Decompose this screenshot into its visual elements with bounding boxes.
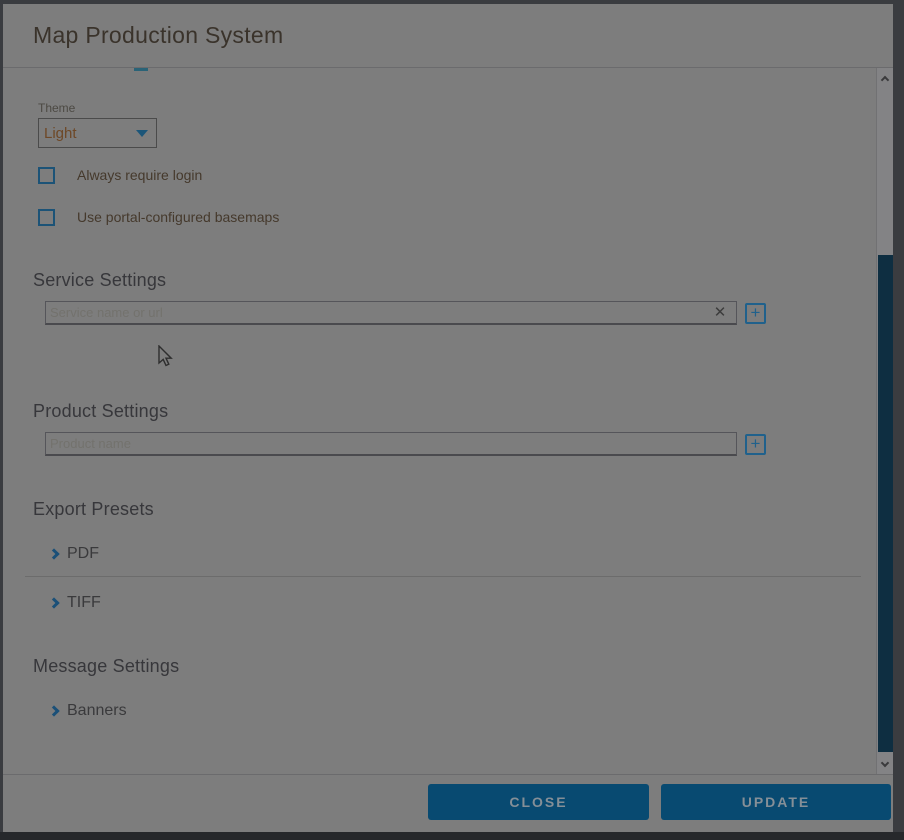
export-presets-heading: Export Presets	[33, 499, 154, 520]
add-service-button[interactable]: +	[745, 303, 766, 324]
preset-divider	[25, 576, 861, 577]
add-icon: +	[751, 434, 761, 453]
scroll-up-button[interactable]	[877, 70, 893, 87]
product-settings-heading: Product Settings	[33, 401, 168, 422]
mouse-cursor-icon	[158, 345, 174, 369]
expander-label: TIFF	[67, 594, 101, 612]
dialog-title: Map Production System	[33, 4, 283, 67]
export-preset-pdf-expander[interactable]: PDF	[50, 544, 99, 564]
dialog-header: Map Production System	[3, 4, 893, 67]
add-icon: +	[751, 303, 761, 322]
portal-basemaps-checkbox-row[interactable]: Use portal-configured basemaps	[38, 207, 279, 227]
clear-icon[interactable]: ✕	[711, 304, 729, 322]
expander-label: PDF	[67, 545, 99, 563]
scrollbar-thumb[interactable]	[878, 255, 893, 752]
service-input-wrap: ✕	[45, 301, 737, 325]
chevron-right-icon	[48, 597, 59, 608]
service-name-input[interactable]	[45, 301, 737, 325]
checkbox-label: Use portal-configured basemaps	[77, 209, 279, 225]
expander-label: Banners	[67, 702, 127, 720]
update-button[interactable]: UPDATE	[661, 784, 891, 820]
product-name-input[interactable]	[45, 432, 737, 456]
always-require-login-checkbox-row[interactable]: Always require login	[38, 165, 202, 185]
caret-down-icon	[136, 130, 148, 137]
scroll-down-icon	[881, 759, 889, 767]
theme-select-value: Light	[44, 125, 136, 142]
add-product-button[interactable]: +	[745, 434, 766, 455]
chevron-right-icon	[48, 705, 59, 716]
product-input-wrap	[45, 432, 737, 456]
close-button[interactable]: CLOSE	[428, 784, 649, 820]
scroll-down-button[interactable]	[877, 756, 893, 773]
checkbox-icon[interactable]	[38, 167, 55, 184]
checkbox-label: Always require login	[77, 167, 202, 183]
theme-select[interactable]: Light	[38, 118, 157, 148]
theme-label: Theme	[38, 101, 75, 115]
checkbox-icon[interactable]	[38, 209, 55, 226]
chevron-right-icon	[48, 548, 59, 559]
scroll-up-icon	[881, 76, 889, 84]
footer-divider	[3, 774, 893, 775]
message-settings-heading: Message Settings	[33, 656, 179, 677]
banners-expander[interactable]: Banners	[50, 701, 127, 721]
map-production-system-dialog: Map Production System Theme Light Always…	[3, 4, 893, 832]
window-frame-bottom	[0, 832, 904, 840]
service-settings-heading: Service Settings	[33, 270, 166, 291]
export-preset-tiff-expander[interactable]: TIFF	[50, 593, 101, 613]
scrolled-element-edge	[134, 68, 148, 71]
vertical-scrollbar[interactable]	[876, 68, 893, 775]
